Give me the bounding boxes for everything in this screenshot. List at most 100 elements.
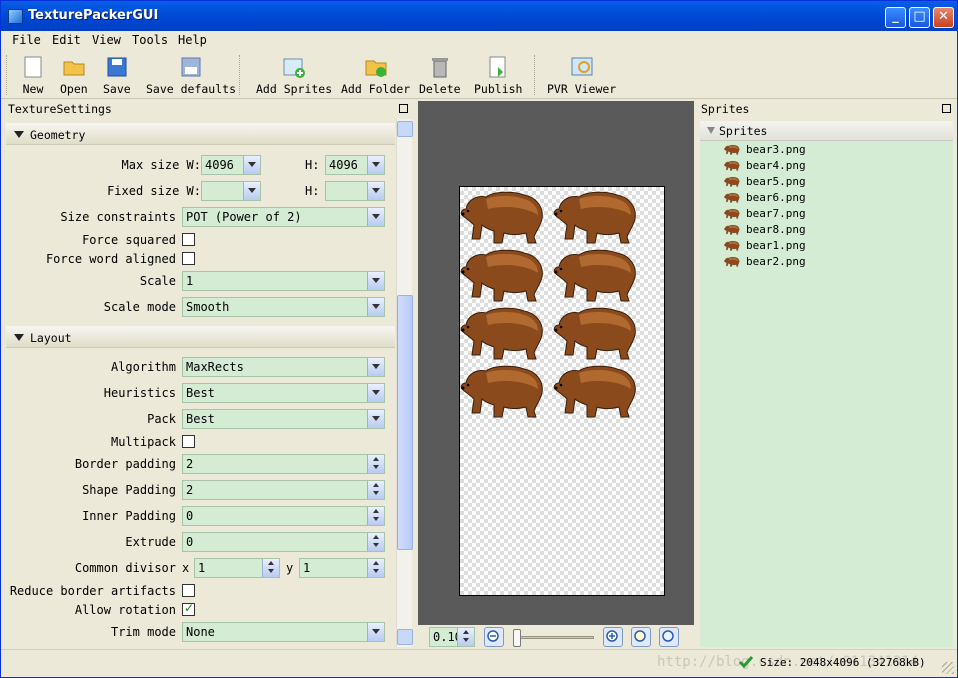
new-button[interactable]: New: [21, 55, 45, 96]
open-button[interactable]: Open: [60, 55, 88, 96]
scroll-thumb[interactable]: [397, 295, 413, 550]
delete-button[interactable]: Delete: [419, 55, 461, 96]
fixed-height-label: H:: [305, 184, 320, 198]
save-defaults-button[interactable]: Save defaults: [146, 55, 236, 96]
toolbar-separator: [239, 55, 242, 95]
settings-scrollbar[interactable]: [396, 119, 413, 647]
zoom-in-icon: [606, 630, 618, 642]
preview-canvas[interactable]: [418, 101, 694, 625]
settings-panel-title: TextureSettings: [8, 102, 112, 116]
zoom-in-button[interactable]: [603, 627, 623, 647]
divisor-y-spinbox[interactable]: 1: [299, 558, 385, 578]
pvr-viewer-button[interactable]: PVR Viewer: [547, 55, 616, 96]
spin-arrows-icon[interactable]: [457, 628, 474, 646]
fixed-width-combo[interactable]: [201, 181, 261, 201]
scale-combo[interactable]: 1: [182, 271, 385, 291]
bear-thumbnail-icon: [724, 224, 740, 235]
force-squared-checkbox[interactable]: [182, 233, 195, 246]
menu-edit[interactable]: Edit: [52, 33, 81, 47]
minimize-button[interactable]: _: [885, 7, 906, 28]
bear-sprite: [460, 191, 543, 244]
float-panel-icon[interactable]: [942, 104, 951, 113]
multipack-checkbox[interactable]: [182, 435, 195, 448]
scale-mode-combo[interactable]: Smooth: [182, 297, 385, 317]
shape-padding-spinbox[interactable]: 2: [182, 480, 385, 500]
algorithm-value: MaxRects: [186, 360, 244, 374]
zoom-slider[interactable]: [513, 629, 594, 647]
pack-combo[interactable]: Best: [182, 409, 385, 429]
menu-file[interactable]: File: [12, 33, 41, 47]
scroll-up-button[interactable]: [397, 121, 413, 137]
reduce-border-artifacts-checkbox[interactable]: [182, 584, 195, 597]
float-panel-icon[interactable]: [399, 104, 408, 113]
resize-grip-icon[interactable]: [942, 662, 954, 674]
sprites-panel-title: Sprites: [701, 102, 750, 116]
heuristics-combo[interactable]: Best: [182, 383, 385, 403]
sprites-root-label: Sprites: [719, 124, 768, 138]
zoom-out-button[interactable]: [484, 627, 504, 647]
menu-view[interactable]: View: [92, 33, 121, 47]
delete-label: Delete: [419, 82, 461, 96]
spin-arrows-icon[interactable]: [367, 533, 384, 551]
pvr-viewer-icon: [570, 55, 594, 79]
sprites-tree-root[interactable]: Sprites: [700, 121, 953, 141]
inner-padding-spinbox[interactable]: 0: [182, 506, 385, 526]
spin-arrows-icon[interactable]: [367, 507, 384, 525]
zoom-actual-button[interactable]: [659, 627, 679, 647]
size-constraints-combo[interactable]: POT (Power of 2): [182, 207, 385, 227]
publish-button[interactable]: Publish: [474, 55, 522, 96]
window-title: TexturePackerGUI: [28, 8, 159, 23]
extrude-spinbox[interactable]: 0: [182, 532, 385, 552]
allow-rotation-checkbox[interactable]: [182, 601, 195, 616]
save-button[interactable]: Save: [103, 55, 131, 96]
divisor-x-spinbox[interactable]: 1: [194, 558, 280, 578]
extrude-label: Extrude: [125, 535, 176, 549]
border-padding-spinbox[interactable]: 2: [182, 454, 385, 474]
scroll-down-button[interactable]: [397, 629, 413, 645]
spin-arrows-icon[interactable]: [367, 455, 384, 473]
force-squared-label: Force squared: [82, 233, 176, 247]
toolbar: New Open Save Save defaults Add Sprites …: [1, 51, 957, 99]
status-size-text: Size: 2048x4096 (32768kB): [760, 656, 926, 669]
folder-open-icon: [62, 55, 86, 79]
bear-thumbnail-icon: [724, 240, 740, 251]
add-folder-label: Add Folder: [341, 82, 411, 96]
menu-help[interactable]: Help: [178, 33, 207, 47]
bear-sprite: [460, 307, 543, 360]
menu-tools[interactable]: Tools: [132, 33, 168, 47]
bear-thumbnail-icon: [724, 208, 740, 219]
max-width-combo[interactable]: 4096: [201, 155, 261, 175]
zoom-bar: 0.10: [418, 625, 694, 649]
zoom-fit-button[interactable]: [631, 627, 651, 647]
max-height-combo[interactable]: 4096: [325, 155, 385, 175]
sprites-panel: Sprites Sprites bear3.png bear4.png bear…: [698, 101, 955, 647]
title-bar[interactable]: TexturePackerGUI _ □ ✕: [1, 1, 957, 31]
zoom-spinbox[interactable]: 0.10: [429, 627, 475, 647]
pvr-viewer-label: PVR Viewer: [547, 82, 617, 96]
algorithm-combo[interactable]: MaxRects: [182, 357, 385, 377]
layout-header-label: Layout: [30, 331, 72, 345]
save-defaults-icon: [179, 55, 203, 79]
divisor-y-value: 1: [303, 561, 311, 575]
add-folder-button[interactable]: Add Folder: [341, 55, 410, 96]
scale-value: 1: [186, 274, 194, 288]
chevron-down-icon: [367, 410, 384, 428]
multipack-label: Multipack: [110, 435, 176, 449]
spin-arrows-icon[interactable]: [367, 559, 384, 577]
close-button[interactable]: ✕: [933, 7, 954, 28]
fixed-size-label: Fixed size W:: [107, 184, 201, 198]
common-divisor-label: Common divisor: [74, 561, 176, 575]
zoom-slider-handle[interactable]: [513, 629, 521, 647]
add-sprites-button[interactable]: Add Sprites: [256, 55, 332, 96]
spin-arrows-icon[interactable]: [262, 559, 279, 577]
geometry-section-header[interactable]: Geometry: [6, 123, 395, 145]
pack-label: Pack: [147, 412, 176, 426]
menu-bar: File Edit View Tools Help: [1, 31, 957, 49]
force-word-aligned-checkbox[interactable]: [182, 252, 195, 265]
layout-section-header[interactable]: Layout: [6, 326, 395, 348]
size-constraints-label: Size constraints: [60, 210, 176, 224]
fixed-height-combo[interactable]: [325, 181, 385, 201]
maximize-button[interactable]: □: [909, 7, 930, 28]
spin-arrows-icon[interactable]: [367, 481, 384, 499]
trim-mode-combo[interactable]: None: [182, 622, 385, 642]
